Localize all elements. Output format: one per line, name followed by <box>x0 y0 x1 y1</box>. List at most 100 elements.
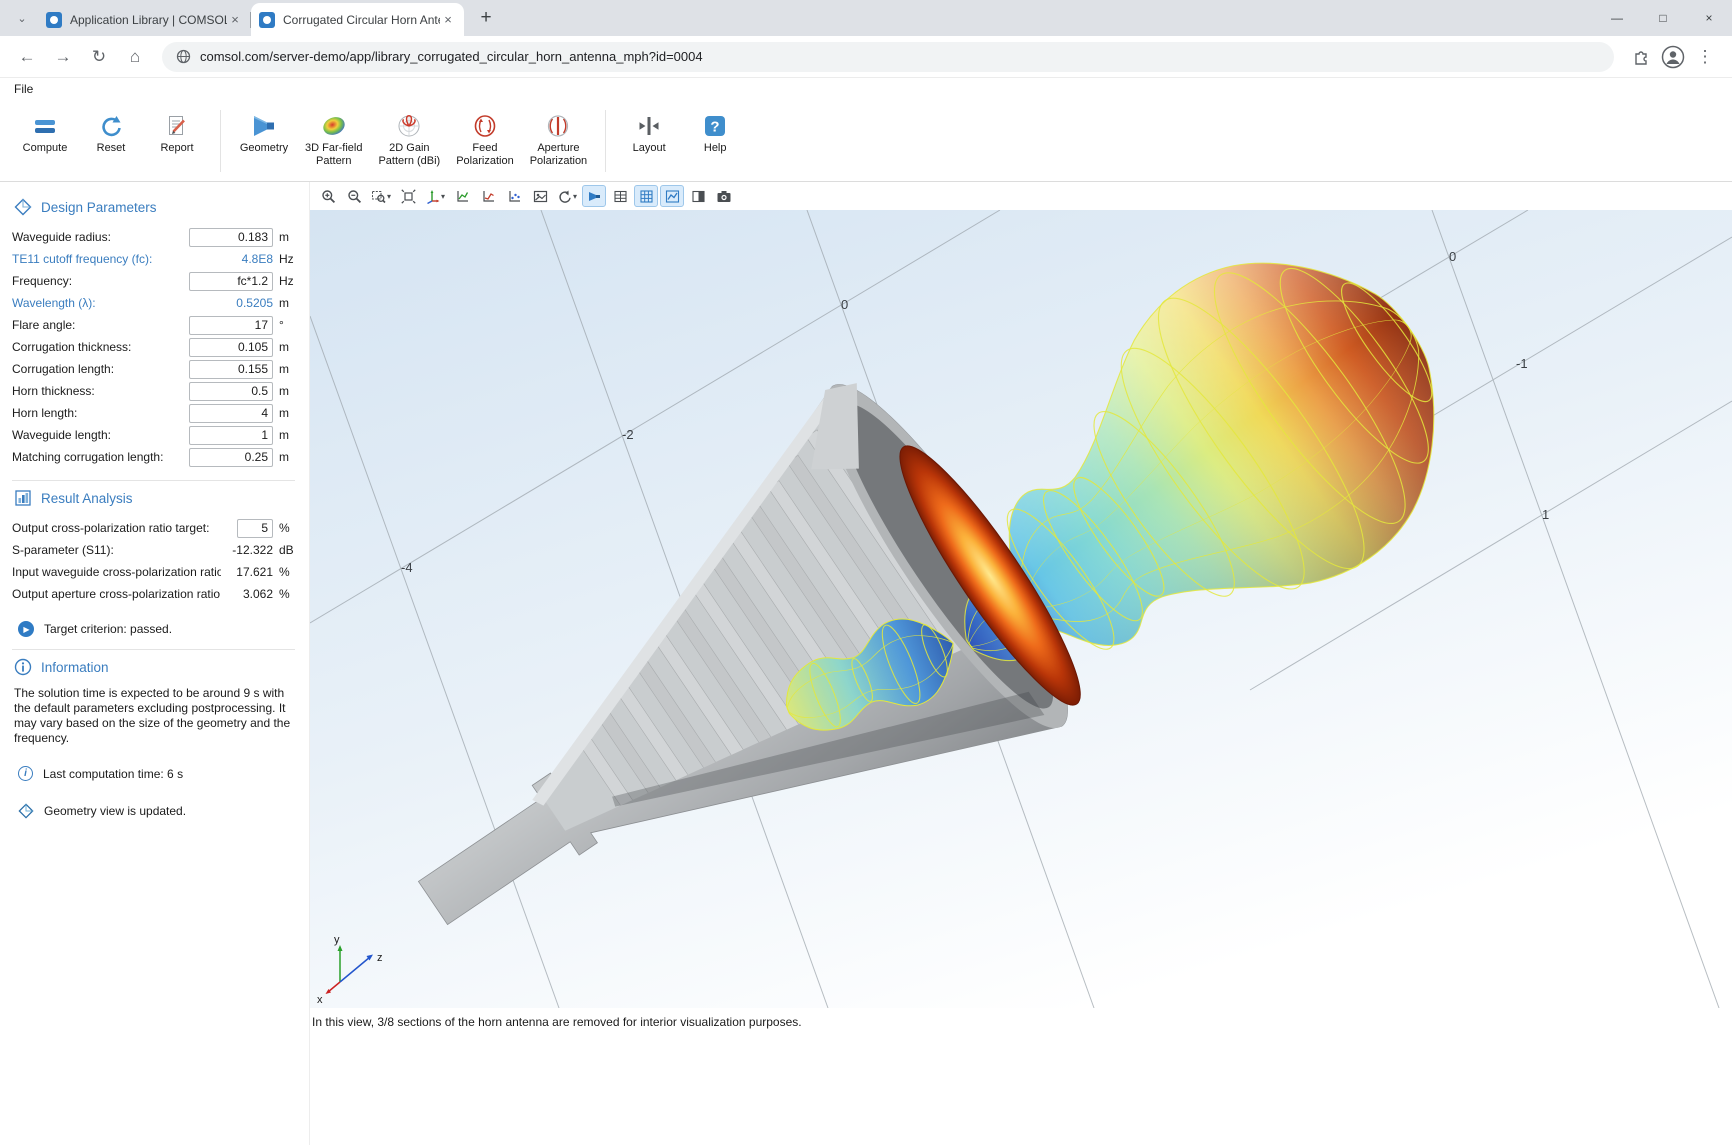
result-unit: % <box>279 521 303 535</box>
feed-polarization-icon <box>471 110 499 142</box>
result-unit: % <box>279 587 303 601</box>
parameter-row: Flare angle: ° <box>12 314 309 336</box>
parameter-row: Horn thickness: m <box>12 380 309 402</box>
aperture-polarization-button[interactable]: Aperture Polarization <box>522 108 595 170</box>
table-button[interactable] <box>608 185 632 207</box>
parameter-unit: m <box>279 384 303 398</box>
horn-thickness-input[interactable] <box>189 382 273 401</box>
plot-window-toggle-button[interactable] <box>660 185 684 207</box>
parameter-row: Matching corrugation length: m <box>12 446 309 468</box>
profile-avatar[interactable] <box>1660 44 1686 70</box>
parameter-unit: m <box>279 296 303 310</box>
reset-button[interactable]: Reset <box>78 108 144 157</box>
tab-search-button[interactable]: ⌄ <box>8 4 36 32</box>
result-analysis-icon <box>14 489 32 507</box>
flare-angle-input[interactable] <box>189 316 273 335</box>
tab-application-library[interactable]: Application Library | COMSOL S × <box>38 3 251 36</box>
information-header: Information <box>14 658 309 676</box>
dropdown-caret-icon: ▾ <box>387 192 391 201</box>
geometry-toggle-button[interactable] <box>582 185 606 207</box>
compute-button[interactable]: Compute <box>12 108 78 157</box>
image-button[interactable] <box>528 185 552 207</box>
aperture-polarization-icon <box>544 110 572 142</box>
default-view-button[interactable]: ▾ <box>422 185 448 207</box>
forward-button[interactable]: → <box>46 40 80 74</box>
parameter-label: Frequency: <box>12 274 189 288</box>
reload-button[interactable]: ↻ <box>82 40 116 74</box>
result-row: Output aperture cross-polarization ratio… <box>12 583 309 605</box>
back-button[interactable]: ← <box>10 40 44 74</box>
parameter-row: Wavelength (λ): 0.5205 m <box>12 292 309 314</box>
help-button[interactable]: ? Help <box>682 108 748 157</box>
toolbar-separator <box>605 110 606 172</box>
address-bar[interactable]: comsol.com/server-demo/app/library_corru… <box>162 42 1614 72</box>
tab-corrugated-horn[interactable]: Corrugated Circular Horn Anten × <box>251 3 464 36</box>
parameter-row: Horn length: m <box>12 402 309 424</box>
s-parameter-value: -12.322 <box>213 543 273 557</box>
gain-2d-label-2: Pattern (dBi) <box>378 155 440 168</box>
geometry-button[interactable]: Geometry <box>231 108 297 157</box>
compute-label: Compute <box>23 142 68 155</box>
frequency-input[interactable] <box>189 272 273 291</box>
waveguide-length-input[interactable] <box>189 426 273 445</box>
reset-icon <box>97 110 125 142</box>
information-icon <box>14 658 32 676</box>
plot-points-button[interactable] <box>502 185 526 207</box>
target-criterion-row: ▶ Target criterion: passed. <box>18 621 309 637</box>
report-button[interactable]: Report <box>144 108 210 157</box>
new-tab-button[interactable]: + <box>472 4 500 32</box>
parameter-row: Corrugation length: m <box>12 358 309 380</box>
plot-line-button[interactable] <box>476 185 500 207</box>
plot-xy-button[interactable] <box>450 185 474 207</box>
corrugation-length-input[interactable] <box>189 360 273 379</box>
geometry-horn-icon <box>249 110 279 142</box>
transparency-button[interactable] <box>686 185 710 207</box>
maximize-button[interactable]: □ <box>1640 0 1686 36</box>
home-button[interactable]: ⌂ <box>118 40 152 74</box>
parameter-unit: m <box>279 230 303 244</box>
tab-close-icon[interactable]: × <box>440 12 456 28</box>
section-divider <box>12 480 295 481</box>
triad-x-label: x <box>317 994 323 1006</box>
site-info-icon[interactable] <box>176 49 191 64</box>
help-icon: ? <box>701 110 729 142</box>
feed-polarization-button[interactable]: Feed Polarization <box>448 108 521 170</box>
target-criterion-text: Target criterion: passed. <box>44 622 172 636</box>
model-3d-viewport[interactable]: 0 -2 -4 0 -1 1 y z x <box>310 210 1732 1008</box>
result-unit: dB <box>279 543 303 557</box>
graphics-panel: ▾ ▾ ▾ <box>310 182 1732 1145</box>
rotate-view-button[interactable]: ▾ <box>554 185 580 207</box>
minimize-button[interactable]: — <box>1594 0 1640 36</box>
menu-kebab-icon[interactable]: ⋮ <box>1688 40 1722 74</box>
cross-polarization-target-input[interactable] <box>237 519 273 538</box>
gain-2d-label-1: 2D Gain <box>389 142 429 155</box>
file-menu[interactable]: File <box>14 82 33 96</box>
zoom-out-button[interactable] <box>342 185 366 207</box>
result-label: Input waveguide cross-polarization ratio… <box>12 565 221 579</box>
corrugation-thickness-input[interactable] <box>189 338 273 357</box>
parameter-label: TE11 cutoff frequency (fc): <box>12 252 189 266</box>
tab-title: Application Library | COMSOL S <box>70 13 227 27</box>
extensions-icon[interactable] <box>1624 40 1658 74</box>
matching-corrugation-length-input[interactable] <box>189 448 273 467</box>
parameter-label: Wavelength (λ): <box>12 296 189 310</box>
gain-2d-button[interactable]: 2D Gain Pattern (dBi) <box>370 108 448 170</box>
axis-tick-label: -2 <box>622 427 634 442</box>
zoom-in-button[interactable] <box>316 185 340 207</box>
zoom-box-button[interactable]: ▾ <box>368 185 394 207</box>
far-field-3d-button[interactable]: 3D Far-field Pattern <box>297 108 370 170</box>
layout-button[interactable]: Layout <box>616 108 682 157</box>
horn-length-input[interactable] <box>189 404 273 423</box>
window-close-button[interactable]: × <box>1686 0 1732 36</box>
tab-close-icon[interactable]: × <box>227 12 243 28</box>
waveguide-radius-input[interactable] <box>189 228 273 247</box>
snapshot-button[interactable] <box>712 185 736 207</box>
solution-time-note: The solution time is expected to be arou… <box>14 686 293 746</box>
parameter-row: TE11 cutoff frequency (fc): 4.8E8 Hz <box>12 248 309 270</box>
grid-toggle-button[interactable] <box>634 185 658 207</box>
report-icon <box>163 110 191 142</box>
section-title: Information <box>41 660 109 675</box>
parameter-row: Waveguide radius: m <box>12 226 309 248</box>
zoom-extents-button[interactable] <box>396 185 420 207</box>
parameter-unit: m <box>279 340 303 354</box>
